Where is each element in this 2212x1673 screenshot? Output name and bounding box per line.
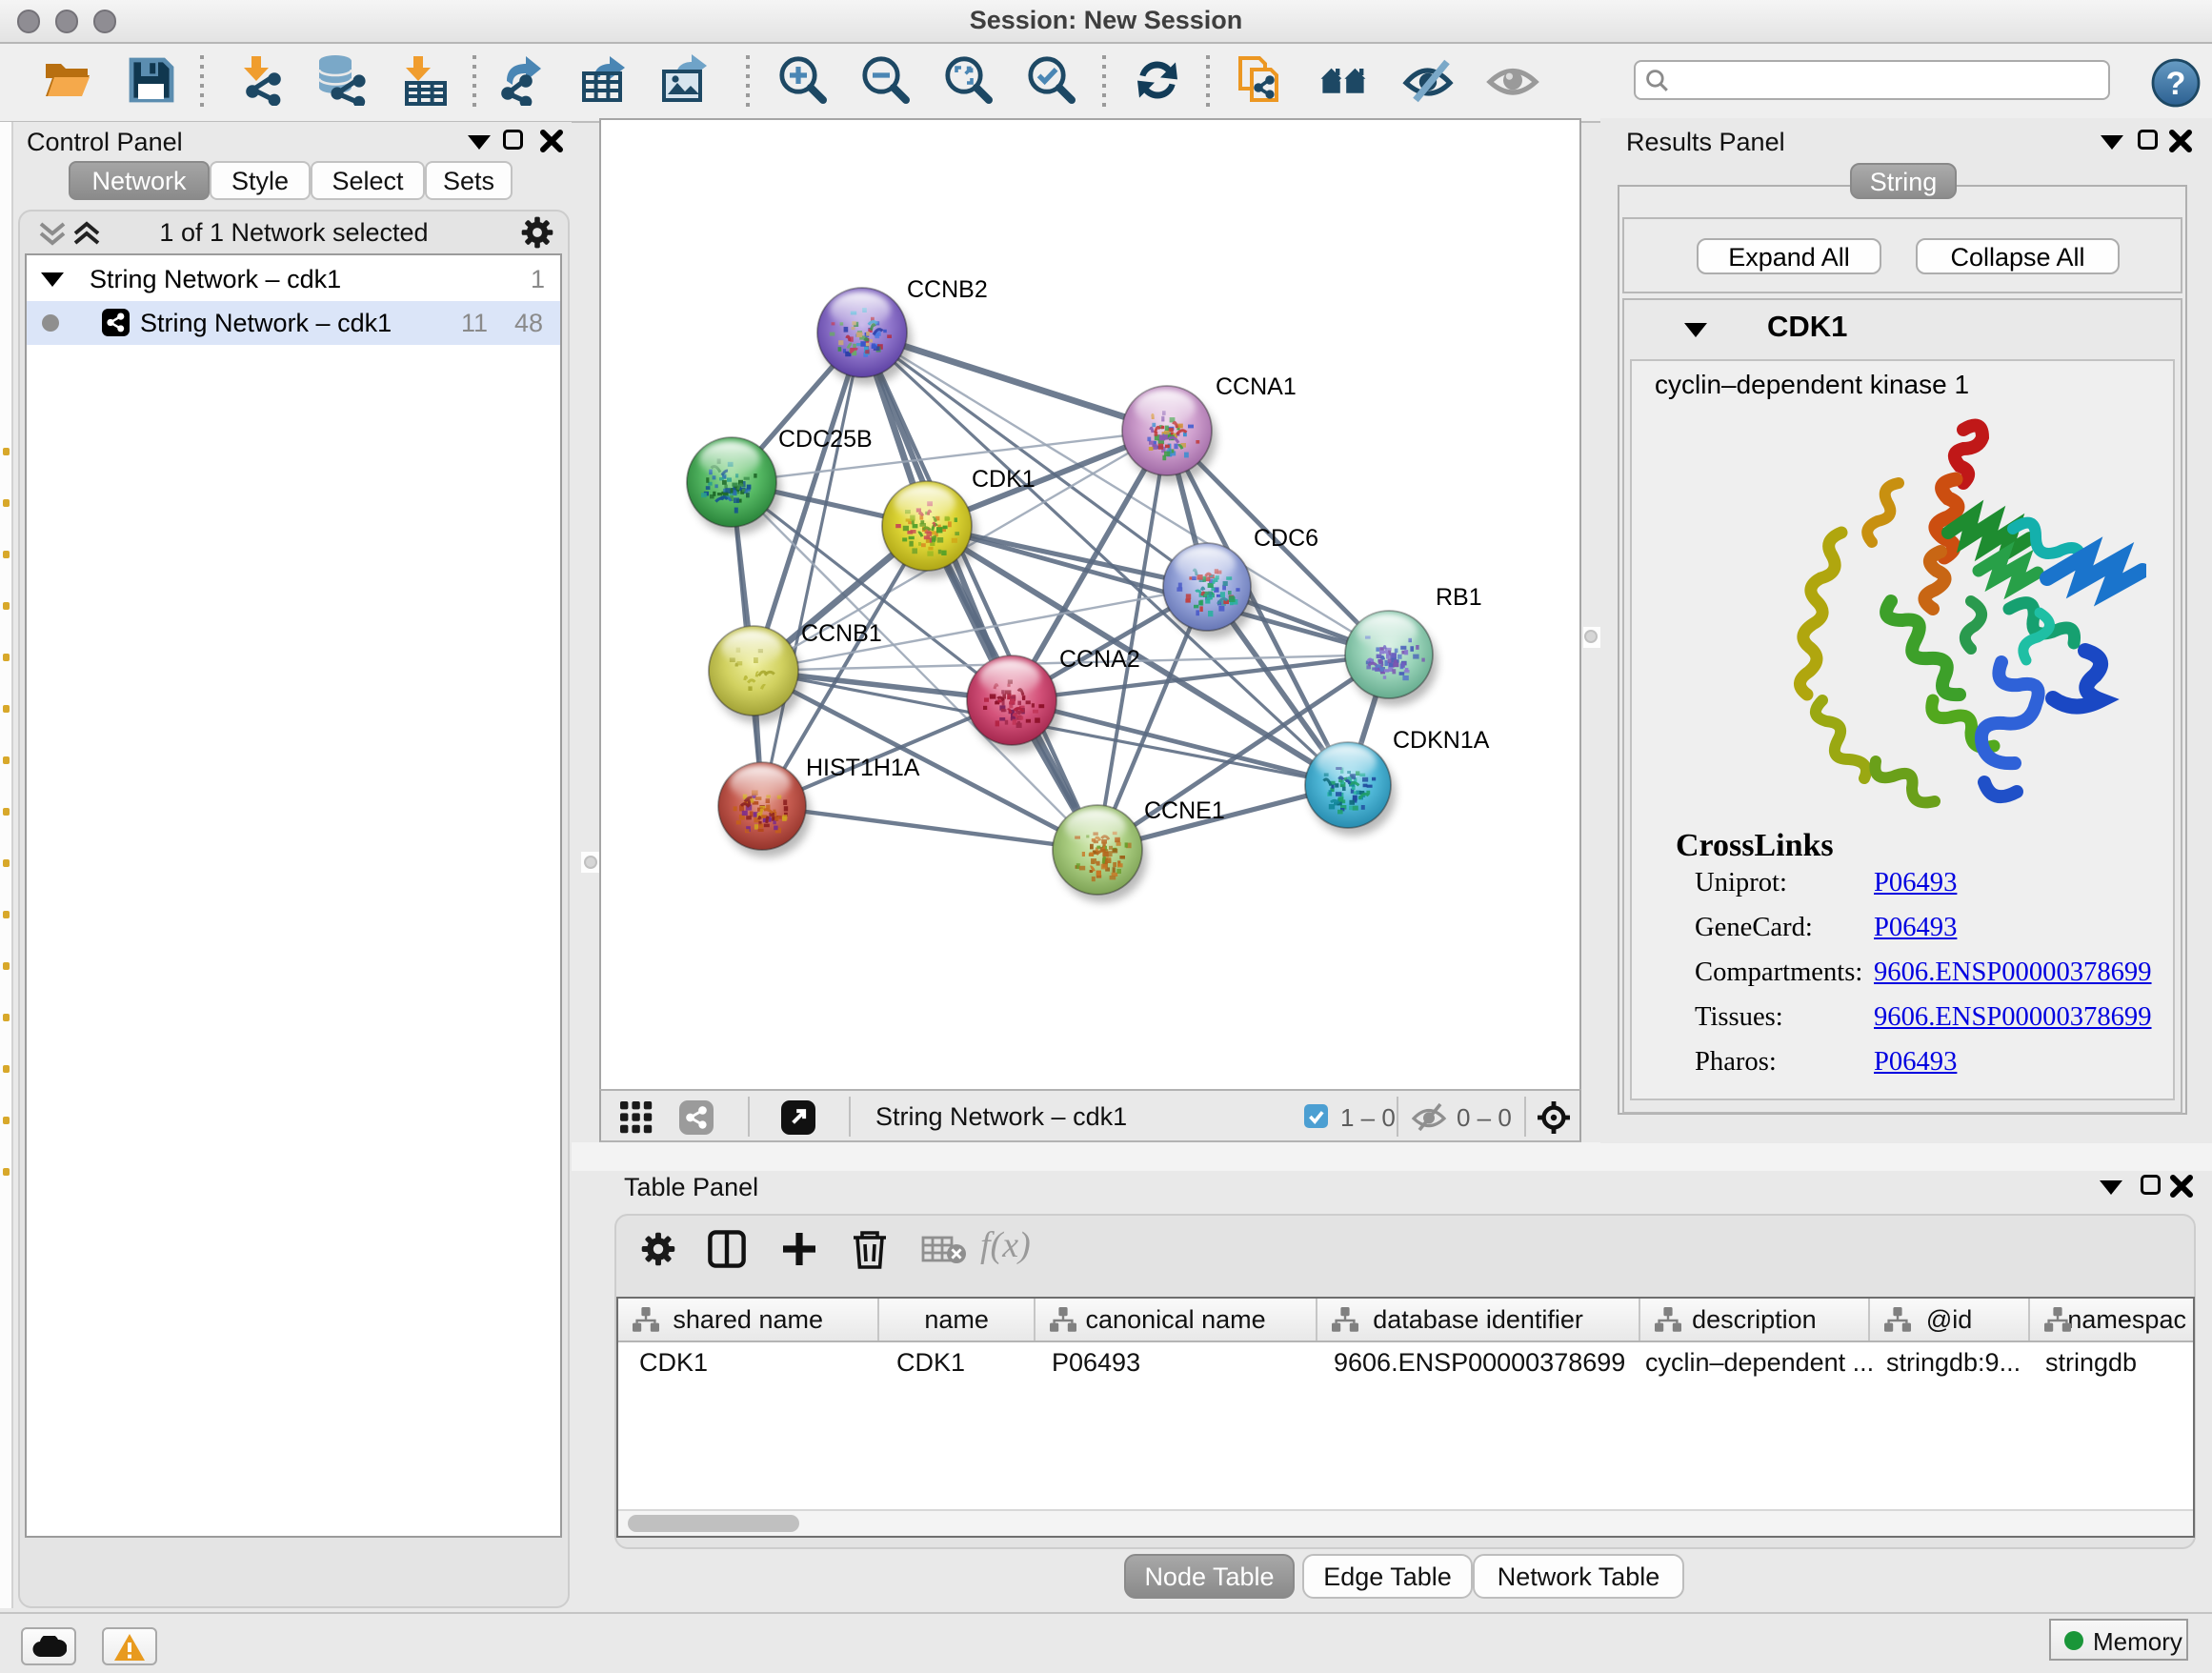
svg-text:RB1: RB1: [1436, 584, 1482, 611]
svg-text:CDK1: CDK1: [972, 466, 1036, 493]
svg-text:CDKN1A: CDKN1A: [1393, 727, 1490, 754]
svg-text:CCNA1: CCNA1: [1216, 373, 1297, 400]
svg-text:HIST1H1A: HIST1H1A: [806, 755, 920, 781]
svg-text:?: ?: [2166, 66, 2186, 102]
svg-text:CCNA2: CCNA2: [1059, 646, 1140, 673]
svg-text:CCNE1: CCNE1: [1144, 797, 1225, 824]
svg-text:CCNB2: CCNB2: [907, 276, 988, 303]
svg-text:CDC25B: CDC25B: [778, 426, 873, 453]
svg-text:CCNB1: CCNB1: [801, 620, 882, 647]
svg-text:CDC6: CDC6: [1254, 525, 1318, 552]
